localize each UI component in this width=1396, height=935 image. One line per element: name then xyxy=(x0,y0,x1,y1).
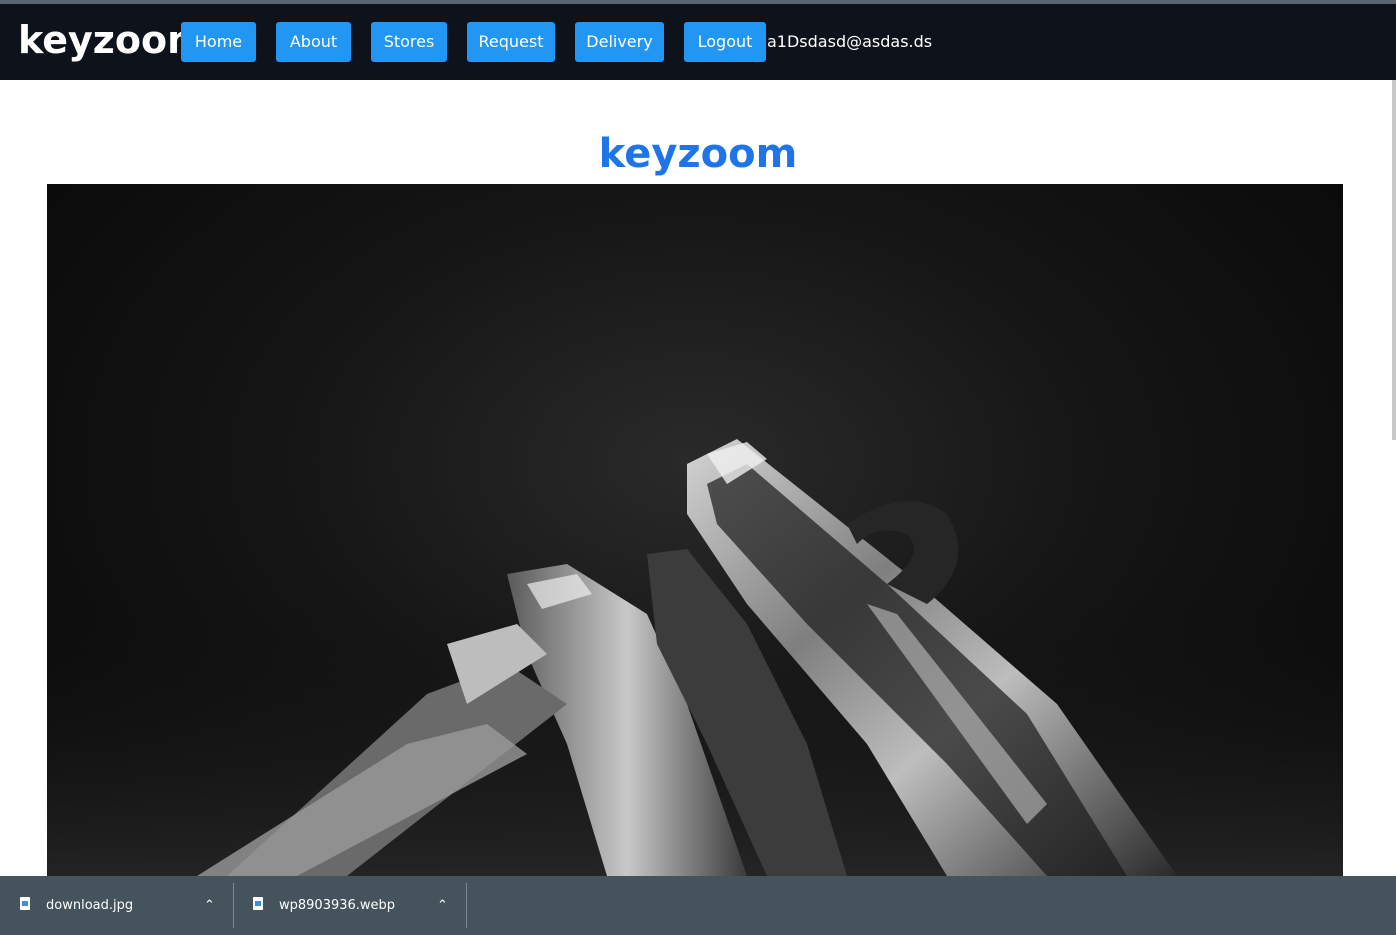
download-filename: wp8903936.webp xyxy=(279,898,396,913)
about-button[interactable]: About xyxy=(276,22,351,62)
keys-photo-icon xyxy=(47,439,1343,876)
page-scrollbar[interactable] xyxy=(1392,80,1396,440)
file-icon xyxy=(20,897,30,910)
download-bar: download.jpg ⌃ wp8903936.webp ⌃ xyxy=(0,876,1396,935)
download-filename: download.jpg xyxy=(46,898,134,913)
delivery-button[interactable]: Delivery xyxy=(575,22,664,62)
file-icon xyxy=(253,897,263,910)
chevron-up-icon[interactable]: ⌃ xyxy=(204,876,215,935)
download-item[interactable]: download.jpg ⌃ xyxy=(0,876,233,935)
brand-logo[interactable]: keyzoom xyxy=(18,18,207,62)
home-button[interactable]: Home xyxy=(181,22,256,62)
chevron-up-icon[interactable]: ⌃ xyxy=(437,876,448,935)
page-title: keyzoom xyxy=(598,131,798,177)
request-button[interactable]: Request xyxy=(467,22,555,62)
stores-button[interactable]: Stores xyxy=(371,22,447,62)
user-email: a1Dsdasd@asdas.ds xyxy=(767,32,933,51)
download-item[interactable]: wp8903936.webp ⌃ xyxy=(234,876,466,935)
logout-button[interactable]: Logout xyxy=(684,22,766,62)
divider xyxy=(466,883,467,928)
navbar: keyzoom Home About Stores Request Delive… xyxy=(0,4,1396,80)
hero-image xyxy=(47,184,1343,876)
